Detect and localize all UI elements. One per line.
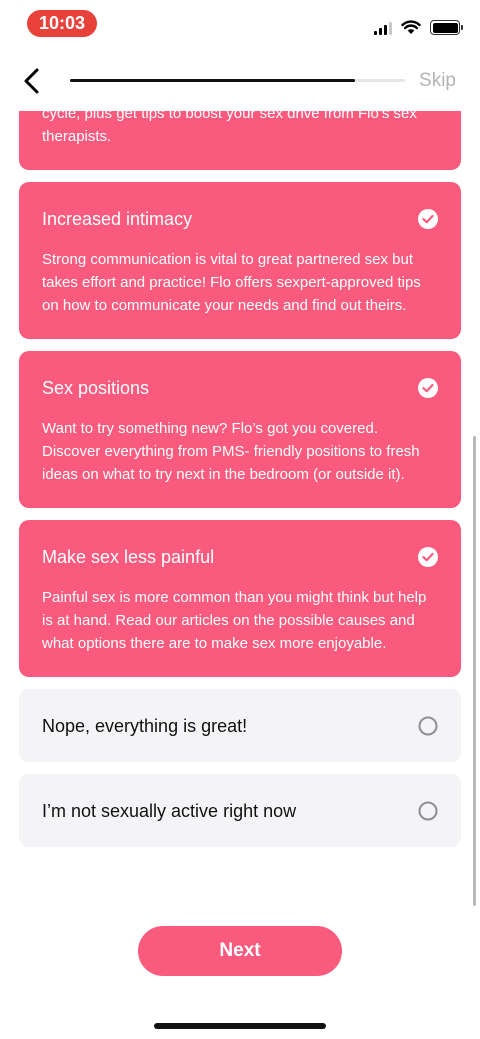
option-card-everything-great[interactable]: Nope, everything is great! [19,689,461,762]
checkmark-icon [418,209,438,229]
option-title: Make sex less painful [42,547,215,567]
nav-header: Skip [0,56,480,106]
onboarding-progress-bar [70,79,405,82]
options-scroll-area[interactable]: cycle, plus get tips to boost your sex d… [0,111,480,911]
back-arrow-icon[interactable] [18,65,48,97]
radio-unchecked-icon [418,801,438,821]
option-title: I’m not sexually active right now [42,801,297,821]
option-description: cycle, plus get tips to boost your sex d… [42,111,417,145]
option-card-less-painful[interactable]: Make sex less painful Painful sex is mor… [19,520,461,677]
status-icons [374,20,463,35]
option-card-not-active[interactable]: I’m not sexually active right now [19,774,461,847]
home-indicator [154,1023,326,1029]
checkmark-icon [418,378,438,398]
progress-fill [70,79,355,82]
battery-icon [430,20,463,35]
option-title: Nope, everything is great! [42,716,248,736]
option-description: Painful sex is more common than you migh… [42,589,427,652]
cellular-signal-icon [374,21,392,35]
scrollbar[interactable] [473,436,476,906]
next-button[interactable]: Next [138,926,342,976]
option-card-sex-positions[interactable]: Sex positions Want to try something new?… [19,351,461,508]
wifi-icon [401,20,421,34]
status-time: 10:03 [27,10,97,37]
option-title: Sex positions [42,378,150,398]
option-card-sex-drive[interactable]: cycle, plus get tips to boost your sex d… [19,111,461,170]
option-description: Strong communication is vital to great p… [42,251,421,314]
screen: 10:03 Skip cycle, plus get tips to boost [0,0,480,1039]
skip-button[interactable]: Skip [419,70,456,92]
radio-unchecked-icon [418,716,438,736]
checkmark-icon [418,547,438,567]
option-title: Increased intimacy [42,209,193,229]
option-card-increased-intimacy[interactable]: Increased intimacy Strong communication … [19,182,461,339]
option-description: Want to try something new? Flo’s got you… [42,420,420,483]
options-list: cycle, plus get tips to boost your sex d… [19,111,461,859]
status-bar: 10:03 [0,0,480,48]
